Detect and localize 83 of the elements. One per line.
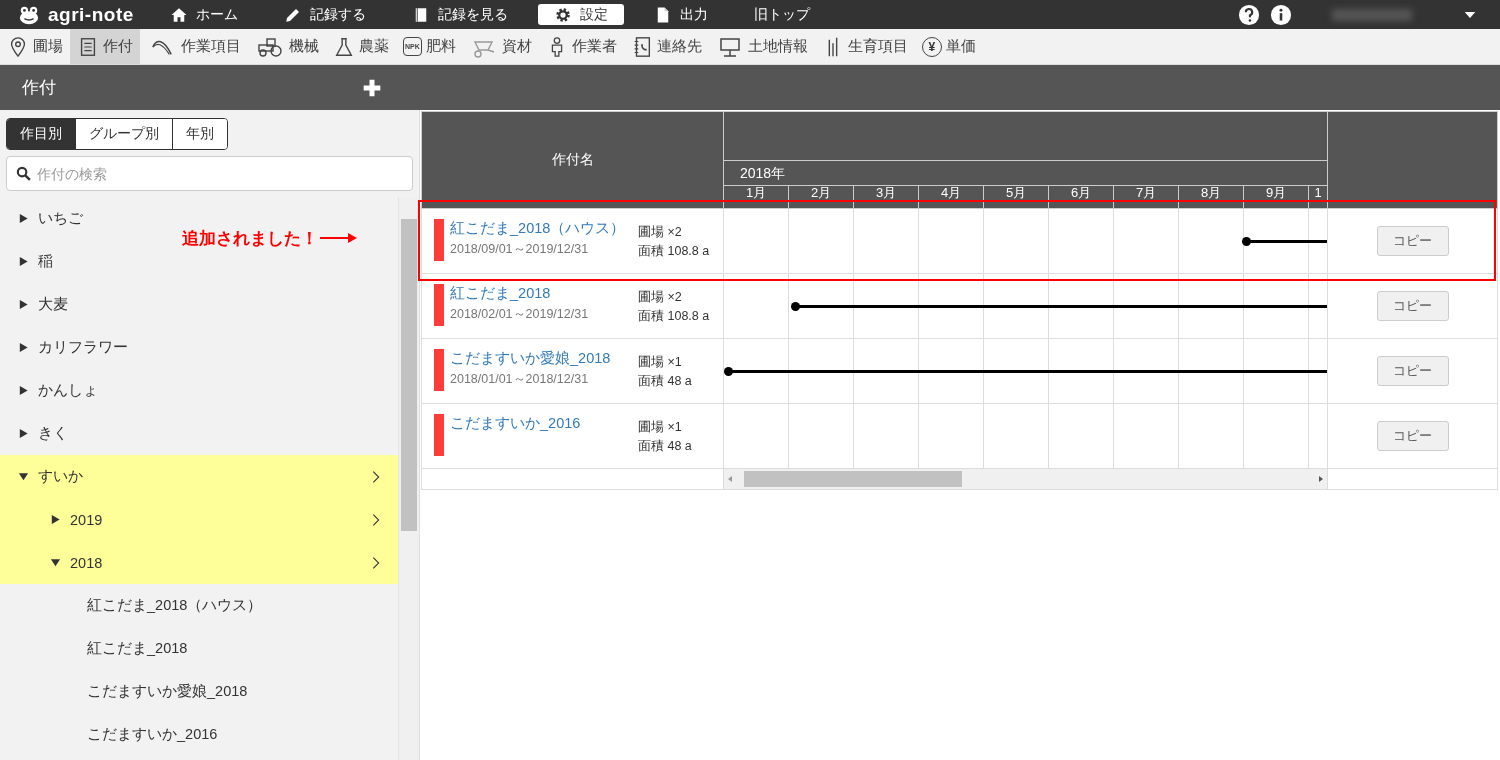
toolbar-tab[interactable]: 農薬 (326, 29, 396, 64)
copy-button[interactable]: コピー (1376, 226, 1449, 256)
area-text: 面積 108.8 a (638, 243, 710, 260)
toolbar-tab[interactable]: 作業者 (538, 29, 624, 64)
toolbar-tab[interactable]: 機械 (248, 29, 326, 64)
field-count: 圃場 ×2 (638, 224, 683, 241)
nav-tab[interactable]: 記録する (267, 4, 382, 25)
nav-tab[interactable]: 出力 (637, 4, 724, 25)
field-count: 圃場 ×1 (638, 354, 683, 371)
month-header: 7月 (1114, 186, 1179, 208)
segment-tab[interactable]: 年別 (173, 119, 227, 149)
tree-item[interactable]: こだますいか_2016 (0, 713, 398, 756)
logo-text[interactable]: agri-note (48, 3, 134, 26)
month-header: 1 (1313, 186, 1323, 202)
period-text: 2018/09/01～2019/12/31 (450, 241, 590, 258)
tree-item[interactable]: 紅こだま_2018（ハウス） (0, 584, 398, 627)
toolbar-tab[interactable]: 資材 (462, 29, 539, 64)
nav-tab[interactable]: 記録を見る (395, 4, 524, 25)
copy-button[interactable]: コピー (1376, 356, 1449, 386)
copy-button[interactable]: コピー (1376, 421, 1449, 451)
nav-tab[interactable]: ホーム (153, 4, 254, 25)
tree-item[interactable]: すいか (0, 455, 398, 498)
area-text: 面積 48 a (638, 438, 692, 455)
help-icon (1238, 3, 1260, 26)
crop-link[interactable]: こだますいか_2016 (450, 414, 638, 433)
info-icon (1270, 3, 1292, 26)
copy-button[interactable]: コピー (1376, 291, 1449, 321)
toolbar-tab[interactable]: 連絡先 (623, 29, 709, 64)
flask-icon (333, 35, 355, 58)
crop-link[interactable]: こだますいか愛娘_2018 (450, 349, 638, 368)
scrollbar[interactable] (724, 469, 1327, 489)
scrollbar[interactable] (398, 197, 419, 760)
column-header: 作付名 (421, 111, 724, 209)
tree-item[interactable]: カリフラワー (0, 326, 398, 369)
area-text: 面積 108.8 a (638, 308, 710, 325)
toolbar-tab[interactable]: 生育項目 (814, 29, 915, 64)
triangle-down-icon (18, 471, 29, 482)
tree-item[interactable]: こだますいか愛娘_2018 (0, 670, 398, 713)
triangle-right-icon (50, 514, 61, 525)
tree-item[interactable]: 紅こだま_2018 (0, 627, 398, 670)
triangle-right-icon (18, 342, 29, 353)
triangle-right-icon (18, 213, 29, 224)
field-count: 圃場 ×2 (638, 289, 683, 306)
toolbar-tab[interactable]: ¥ 単価 (914, 29, 983, 64)
tree-item[interactable]: 2019 (0, 498, 398, 541)
period-text: 2018/02/01～2019/12/31 (450, 306, 590, 323)
crop-link[interactable]: 紅こだま_2018 (450, 284, 638, 303)
year-header: 2018年 (724, 160, 1327, 186)
month-header: 5月 (984, 186, 1049, 208)
gear-icon (553, 5, 572, 24)
tree-item[interactable]: 2018 (0, 541, 398, 584)
plus-icon (362, 77, 382, 98)
month-header: 9月 (1244, 186, 1309, 208)
tree-item[interactable]: かんしょ (0, 369, 398, 412)
month-header: 2月 (789, 186, 854, 208)
tree-item[interactable]: 大麦 (0, 283, 398, 326)
segment-tab[interactable]: 作目別 (7, 119, 76, 149)
triangle-right-icon (18, 256, 29, 267)
triangle-right-icon (18, 428, 29, 439)
month-header: 8月 (1179, 186, 1244, 208)
segment-tab[interactable]: グループ別 (76, 119, 173, 149)
annotation-text: 追加されました！ (182, 227, 318, 250)
tree-item[interactable]: きく (0, 412, 398, 455)
month-header: 6月 (1049, 186, 1114, 208)
month-header: 4月 (919, 186, 984, 208)
search-icon (15, 165, 32, 182)
crop-link[interactable]: 紅こだま_2018（ハウス） (450, 219, 638, 238)
month-header: 3月 (854, 186, 919, 208)
nav-tab[interactable]: 旧トップ (737, 4, 826, 25)
toolbar-tab[interactable]: 作業項目 (140, 29, 248, 64)
panel-title: 作付 (21, 77, 57, 99)
search-field[interactable]: 作付の検索 (6, 156, 413, 191)
nav-tab[interactable]: 設定 (537, 4, 624, 25)
field-count: 圃場 ×1 (638, 419, 683, 436)
period-text: 2018/01/01～2018/12/31 (450, 371, 590, 388)
triangle-right-icon (18, 385, 29, 396)
month-header: 1月 (724, 186, 789, 208)
toolbar-tab[interactable]: 土地情報 (708, 29, 815, 64)
toolbar-tab[interactable]: 作付 (70, 29, 140, 64)
area-text: 面積 48 a (638, 373, 692, 390)
triangle-right-icon (18, 299, 29, 310)
toolbar-tab[interactable]: 圃場 (0, 29, 70, 64)
triangle-down-icon (50, 557, 61, 568)
